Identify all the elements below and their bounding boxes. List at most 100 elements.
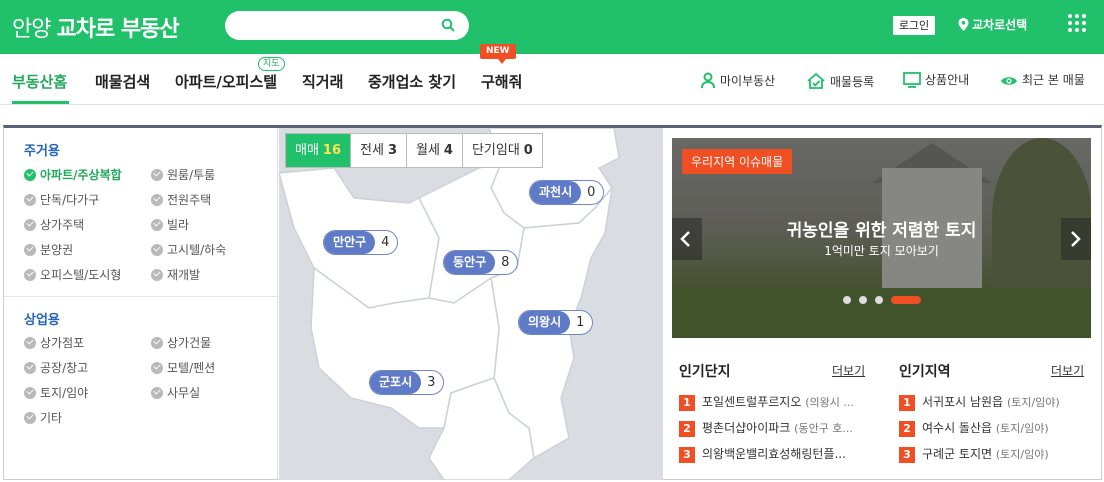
- category-etc[interactable]: 기타: [24, 411, 62, 425]
- deal-tab-label: 전세: [360, 143, 384, 158]
- category-divider: [4, 296, 277, 297]
- popular-complex-item[interactable]: 1 포일센트럴푸르지오 (의왕시 ...: [679, 394, 874, 411]
- complex-name: 의왕백운밸리효성해링턴플...: [702, 447, 846, 461]
- check-icon: [24, 412, 36, 424]
- promo-banner[interactable]: 우리지역 이슈매물 귀농인을 위한 저렴한 토지 1억미만 토지 모아보기: [672, 138, 1091, 338]
- category-label: 오피스텔/도시형: [40, 268, 122, 282]
- category-motel[interactable]: 모텔/펜션: [151, 361, 215, 375]
- popular-region-item[interactable]: 1 서귀포시 남원읍 (토지/임야): [899, 394, 1094, 411]
- search-icon[interactable]: [441, 18, 455, 32]
- category-land[interactable]: 토지/임야: [24, 386, 88, 400]
- tab-find-agency[interactable]: 중개업소 찾기: [368, 71, 456, 92]
- region-name: 서귀포시 남원읍: [922, 395, 1004, 409]
- popular-region-item[interactable]: 3 구례군 토지면 (토지/임야): [899, 446, 1094, 463]
- complex-name: 포일센트럴푸르지오: [702, 395, 802, 409]
- tab-apartment-officetel[interactable]: 아파트/오피스텔: [175, 71, 277, 92]
- region-pin-name: 군포시: [370, 371, 422, 394]
- deal-tab-sale[interactable]: 매매 16: [286, 134, 352, 167]
- active-tab-underline: [12, 101, 69, 104]
- deal-tab-label: 단기임대: [471, 143, 520, 158]
- region-pin-uiwang[interactable]: 의왕시 1: [518, 310, 594, 335]
- deal-tab-short-term[interactable]: 단기임대 0: [463, 134, 542, 167]
- region-pin-name: 동안구: [444, 251, 496, 274]
- category-factory[interactable]: 공장/창고: [24, 361, 88, 375]
- popular-complex-item[interactable]: 2 평촌더샵아이파크 (동안구 호...: [679, 420, 874, 437]
- category-oneroom[interactable]: 원룸/투룸: [151, 168, 215, 182]
- category-shop-house[interactable]: 상가주택: [24, 218, 84, 232]
- tab-listing-search[interactable]: 매물검색: [95, 71, 150, 92]
- tab-home[interactable]: 부동산홈: [12, 71, 67, 92]
- new-badge: NEW: [480, 44, 516, 64]
- popular-region-item[interactable]: 2 여수시 돌산읍 (토지/임야): [899, 420, 1094, 437]
- check-icon: [24, 337, 36, 349]
- search-input[interactable]: [225, 11, 469, 40]
- popular-complex-more-link[interactable]: 더보기: [832, 362, 865, 379]
- region-select-button[interactable]: 교차로선택: [958, 16, 1027, 34]
- category-villa[interactable]: 빌라: [151, 218, 189, 232]
- region-category: (토지/임야): [995, 448, 1049, 461]
- category-label: 기타: [40, 411, 63, 425]
- login-button[interactable]: 로그인: [893, 16, 935, 35]
- apps-grid-icon[interactable]: [1068, 14, 1086, 32]
- category-redevelopment[interactable]: 재개발: [151, 268, 200, 282]
- banner-prev-button[interactable]: [672, 218, 702, 260]
- deal-tab-jeonse[interactable]: 전세 3: [351, 134, 407, 167]
- banner-dot[interactable]: [859, 296, 867, 304]
- region-map[interactable]: 매매 16 전세 3 월세 4 단기임대 0 과천시 0 만안구 4 동안구 8 의왕시 1 군…: [279, 128, 663, 480]
- region-pin-count: 4: [381, 235, 390, 250]
- check-icon: [151, 219, 163, 231]
- category-label: 상가건물: [167, 336, 212, 350]
- deal-tab-monthly[interactable]: 월세 4: [407, 134, 463, 167]
- deal-tab-count: 0: [523, 143, 533, 158]
- region-pin-gunpo[interactable]: 군포시 3: [369, 370, 445, 395]
- complex-location: (동안구 호...: [794, 422, 853, 435]
- check-icon: [24, 169, 36, 181]
- check-icon: [151, 169, 163, 181]
- category-country-house[interactable]: 전원주택: [151, 193, 211, 207]
- category-label: 분양권: [40, 243, 74, 257]
- region-pin-gwacheon[interactable]: 과천시 0: [529, 180, 605, 205]
- top-header: 안양 교차로 부동산 로그인 교차로선택: [0, 0, 1104, 54]
- region-pin-dongan[interactable]: 동안구 8: [443, 250, 519, 275]
- tab-direct-deal[interactable]: 직거래: [302, 71, 343, 92]
- banner-next-button[interactable]: [1061, 218, 1091, 260]
- region-pin-count: 0: [587, 185, 596, 200]
- deal-tab-label: 매매: [295, 143, 319, 158]
- banner-dot[interactable]: [875, 296, 883, 304]
- banner-title: 귀농인을 위한 저렴한 토지: [786, 221, 977, 241]
- complex-name: 평촌더샵아이파크: [702, 421, 791, 435]
- category-commercial-building[interactable]: 상가건물: [151, 336, 211, 350]
- register-listing-label: 매물등록: [830, 75, 875, 89]
- check-icon: [24, 387, 36, 399]
- category-label: 사무실: [167, 386, 201, 400]
- region-pin-manan[interactable]: 만안구 4: [323, 230, 399, 255]
- popular-complex-item[interactable]: 3 의왕백운밸리효성해링턴플...: [679, 446, 874, 463]
- banner-dot-active[interactable]: [891, 296, 921, 304]
- site-logo[interactable]: 안양 교차로 부동산: [12, 11, 180, 43]
- category-office[interactable]: 사무실: [151, 386, 200, 400]
- category-label: 원룸/투룸: [167, 168, 216, 182]
- category-label: 고시텔/하숙: [167, 243, 227, 257]
- check-icon: [151, 337, 163, 349]
- chevron-right-icon: [1071, 231, 1081, 247]
- category-presale[interactable]: 분양권: [24, 243, 73, 257]
- category-goshitel[interactable]: 고시텔/하숙: [151, 243, 226, 257]
- category-store[interactable]: 상가점포: [24, 336, 84, 350]
- rank-number: 1: [899, 395, 915, 411]
- category-apartment[interactable]: 아파트/주상복합: [24, 168, 122, 182]
- region-pin-count: 1: [576, 315, 585, 330]
- my-realestate-link[interactable]: 마이부동산: [700, 72, 775, 89]
- banner-dot[interactable]: [843, 296, 851, 304]
- category-label: 빌라: [167, 218, 190, 232]
- product-info-link[interactable]: 상품안내: [903, 72, 969, 88]
- recent-listings-link[interactable]: 최근 본 매물: [1000, 72, 1085, 88]
- eye-icon: [1001, 77, 1017, 85]
- house-check-icon: [807, 72, 825, 89]
- product-info-label: 상품안내: [925, 73, 970, 87]
- popular-region-more-link[interactable]: 더보기: [1051, 362, 1084, 379]
- category-detached[interactable]: 단독/다가구: [24, 193, 99, 207]
- popular-complex-title: 인기단지: [679, 364, 731, 380]
- tab-wanted[interactable]: 구해줘: [481, 71, 522, 92]
- register-listing-link[interactable]: 매물등록: [806, 72, 874, 90]
- category-officetel[interactable]: 오피스텔/도시형: [24, 268, 121, 282]
